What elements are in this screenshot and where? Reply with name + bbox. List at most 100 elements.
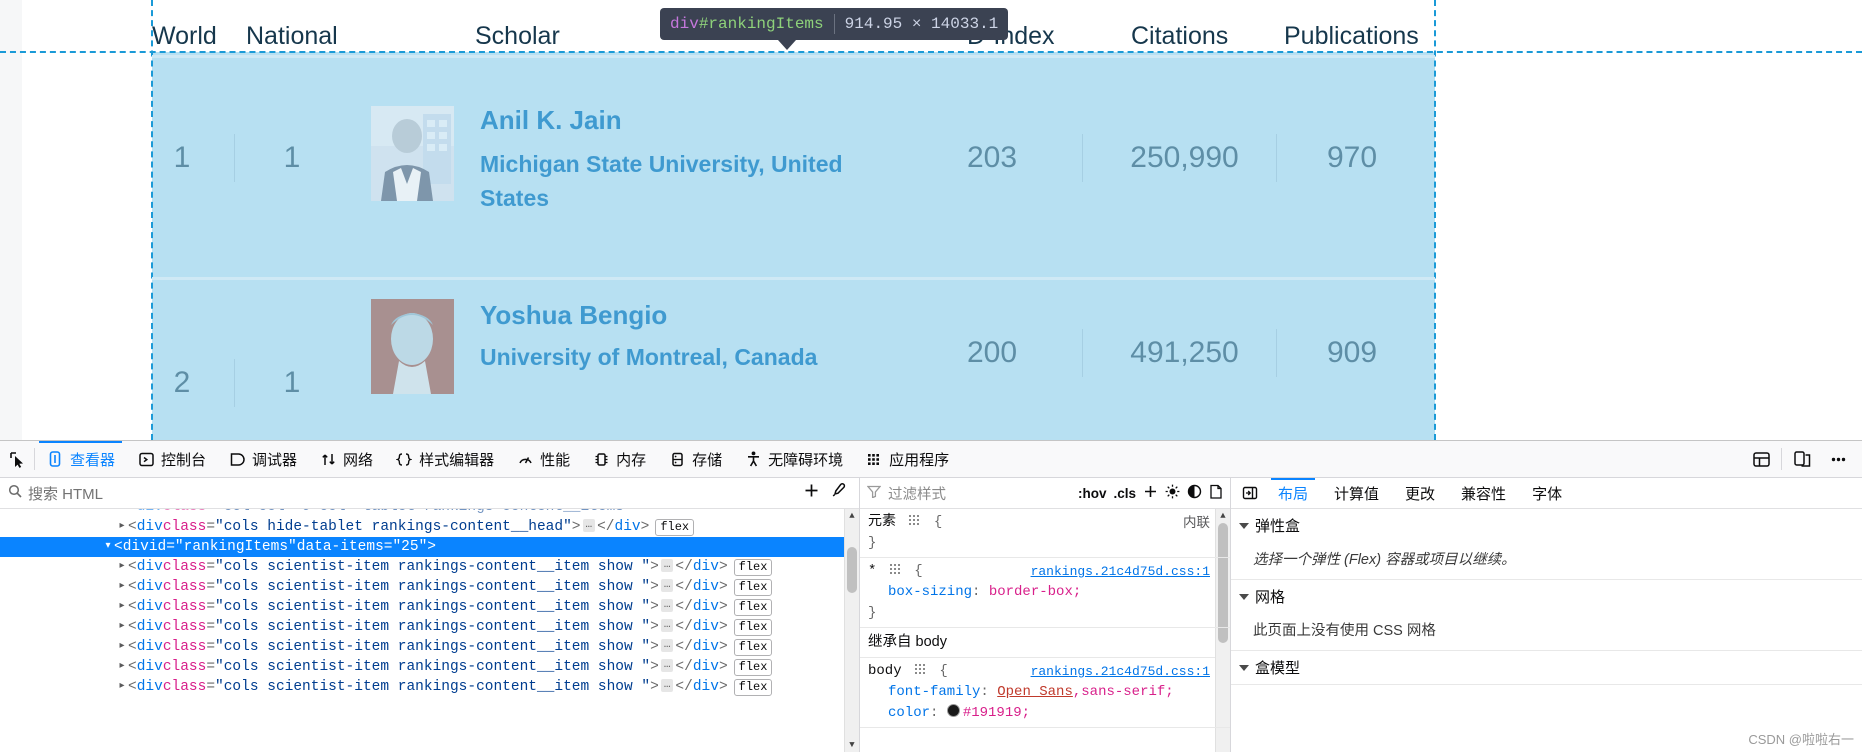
tab-computed[interactable]: 计算值	[1321, 478, 1392, 508]
scientist-name[interactable]: Anil K. Jain	[480, 104, 622, 136]
tab-compatibility[interactable]: 兼容性	[1448, 478, 1519, 508]
dom-tree-node[interactable]: ▾<div class="col col--9 col--tablet rank…	[0, 509, 859, 517]
dom-tree-node[interactable]: ▸ < div class = "cols scientist-item ranking…	[0, 557, 859, 577]
collapsed-children-icon[interactable]: …	[660, 678, 674, 692]
collapsed-children-icon[interactable]: …	[660, 558, 674, 572]
declaration-value-font[interactable]: Open Sans	[997, 684, 1073, 700]
flex-badge[interactable]: flex	[733, 658, 773, 676]
eyedropper-icon[interactable]	[830, 482, 847, 504]
rule-selector[interactable]: 元素	[868, 514, 896, 530]
dom-tree-node[interactable]: ▸ < div class = "cols hide-tablet rankings-c…	[0, 517, 859, 537]
tab-style-editor[interactable]: 样式编辑器	[384, 441, 505, 477]
flex-badge[interactable]: flex	[655, 518, 695, 536]
tree-twisty-icon[interactable]: ▸	[116, 617, 128, 637]
tree-twisty-icon[interactable]: ▾	[116, 509, 128, 517]
tree-twisty-icon[interactable]: ▾	[102, 537, 114, 557]
tab-console[interactable]: 控制台	[126, 441, 217, 477]
expand-sidebar-icon[interactable]	[1235, 478, 1265, 508]
declaration-property[interactable]: font-family	[888, 684, 980, 700]
print-styles-icon[interactable]	[1209, 484, 1223, 502]
css-rule-element[interactable]: 内联 元素 { }	[860, 509, 1230, 558]
add-node-icon[interactable]	[803, 482, 820, 504]
declaration-property[interactable]: color	[888, 705, 930, 721]
collapsed-children-icon[interactable]: …	[660, 618, 674, 632]
dom-tree-node[interactable]: ▸ < div class = "cols scientist-item ranking…	[0, 617, 859, 637]
declaration-property[interactable]: box-sizing	[888, 584, 972, 600]
tab-memory[interactable]: 内存	[581, 441, 657, 477]
flex-badge[interactable]: flex	[733, 598, 773, 616]
scroll-down-icon[interactable]: ▼	[845, 738, 859, 752]
dark-theme-icon[interactable]	[1187, 484, 1202, 502]
declaration-value[interactable]: #191919;	[963, 705, 1030, 721]
tree-twisty-icon[interactable]: ▸	[116, 597, 128, 617]
dom-tree-node[interactable]: ▸ < div class = "cols scientist-item ranking…	[0, 577, 859, 597]
tab-application[interactable]: 应用程序	[854, 441, 960, 477]
scientist-affiliation[interactable]: University of Montreal, Canada	[480, 340, 900, 374]
scientist-affiliation[interactable]: Michigan State University, United States	[480, 147, 900, 215]
tree-twisty-icon[interactable]: ▸	[116, 557, 128, 577]
tree-twisty-icon[interactable]: ▸	[116, 517, 128, 537]
tree-twisty-icon[interactable]: ▸	[116, 657, 128, 677]
split-console-icon[interactable]	[1745, 443, 1777, 475]
collapsed-children-icon[interactable]: …	[660, 578, 674, 592]
color-swatch-icon[interactable]	[946, 704, 960, 717]
responsive-design-mode-icon[interactable]	[1786, 443, 1818, 475]
tree-twisty-icon[interactable]: ▸	[116, 637, 128, 657]
light-theme-icon[interactable]	[1165, 484, 1180, 502]
devtools-more-menu-icon[interactable]	[1822, 443, 1854, 475]
collapsed-children-icon[interactable]: …	[660, 638, 674, 652]
declaration-value[interactable]: border-box;	[989, 584, 1081, 600]
tab-storage[interactable]: 存储	[657, 441, 733, 477]
table-row[interactable]: 2 1 Yoshua Bengio University of Montreal…	[152, 277, 1435, 440]
element-picker-icon[interactable]	[0, 441, 34, 477]
hov-toggle[interactable]: :hov	[1078, 486, 1107, 501]
rule-declaration[interactable]: box-sizing: border-box;	[868, 582, 1222, 603]
rule-selector[interactable]: body	[868, 663, 902, 679]
tab-layout[interactable]: 布局	[1265, 478, 1321, 508]
flexbox-section-header[interactable]: 弹性盒	[1231, 509, 1862, 542]
dom-tree-node[interactable]: ▸ < div class = "cols scientist-item ranking…	[0, 657, 859, 677]
tab-changes[interactable]: 更改	[1392, 478, 1448, 508]
flex-badge[interactable]: flex	[733, 558, 773, 576]
dom-tree-node[interactable]: ▸ < div class = "cols scientist-item ranking…	[0, 637, 859, 657]
collapsed-children-icon[interactable]: …	[582, 518, 596, 532]
cls-toggle[interactable]: .cls	[1113, 486, 1136, 501]
rule-declaration[interactable]: font-family: Open Sans,sans-serif;	[868, 682, 1222, 703]
rules-filter-placeholder[interactable]: 过滤样式	[888, 483, 946, 504]
rule-declaration[interactable]: color: #191919;	[868, 703, 1222, 724]
declaration-value-rest[interactable]: ,sans-serif;	[1073, 684, 1174, 700]
box-model-section-header[interactable]: 盒模型	[1231, 651, 1862, 684]
css-rules-list[interactable]: ▲ 内联 元素 { } rankings.21c4d75d.css:1 * {	[860, 509, 1230, 752]
collapsed-children-icon[interactable]: …	[660, 658, 674, 672]
tab-accessibility[interactable]: 无障碍环境	[733, 441, 854, 477]
table-row[interactable]: 1 1 Anil K. Jain Michigan State Universi…	[152, 52, 1435, 277]
tab-network[interactable]: 网络	[308, 441, 384, 477]
tree-twisty-icon[interactable]: ▸	[116, 677, 128, 697]
tab-fonts[interactable]: 字体	[1519, 478, 1575, 508]
dom-tree-node[interactable]: ▸ < div class = "cols scientist-item ranking…	[0, 597, 859, 617]
rule-source-link[interactable]: rankings.21c4d75d.css:1	[1031, 661, 1210, 682]
rule-source-link[interactable]: rankings.21c4d75d.css:1	[1031, 561, 1210, 582]
scroll-up-icon[interactable]: ▲	[845, 509, 859, 523]
dom-tree-node[interactable]: ▸ < div class = "cols scientist-item ranking…	[0, 677, 859, 697]
scientist-name[interactable]: Yoshua Bengio	[480, 299, 667, 331]
flex-badge[interactable]: flex	[733, 618, 773, 636]
markup-scrollbar[interactable]: ▲ ▼	[844, 509, 859, 752]
grid-section-header[interactable]: 网格	[1231, 580, 1862, 613]
css-rule-universal[interactable]: rankings.21c4d75d.css:1 * { box-sizing: …	[860, 558, 1230, 628]
collapsed-children-icon[interactable]: …	[660, 598, 674, 612]
css-rule-body[interactable]: rankings.21c4d75d.css:1 body { font-fami…	[860, 658, 1230, 728]
dom-tree-node[interactable]: ▾ < div id = "rankingItems" data-items = "25" >	[0, 537, 859, 557]
tree-twisty-icon[interactable]: ▸	[116, 577, 128, 597]
tab-debugger[interactable]: 调试器	[217, 441, 308, 477]
flex-badge[interactable]: flex	[733, 578, 773, 596]
markup-scroll-thumb[interactable]	[847, 547, 857, 593]
tab-performance[interactable]: 性能	[505, 441, 581, 477]
html-search-bar[interactable]: 搜索 HTML	[0, 478, 859, 509]
flex-badge[interactable]: flex	[733, 638, 773, 656]
rule-selector[interactable]: *	[868, 563, 876, 579]
flex-badge[interactable]: flex	[733, 678, 773, 696]
add-rule-icon[interactable]	[1143, 484, 1158, 502]
tab-inspector[interactable]: 查看器	[35, 441, 126, 477]
dom-tree[interactable]: ▾<div class="col col--9 col--tablet rank…	[0, 509, 859, 752]
